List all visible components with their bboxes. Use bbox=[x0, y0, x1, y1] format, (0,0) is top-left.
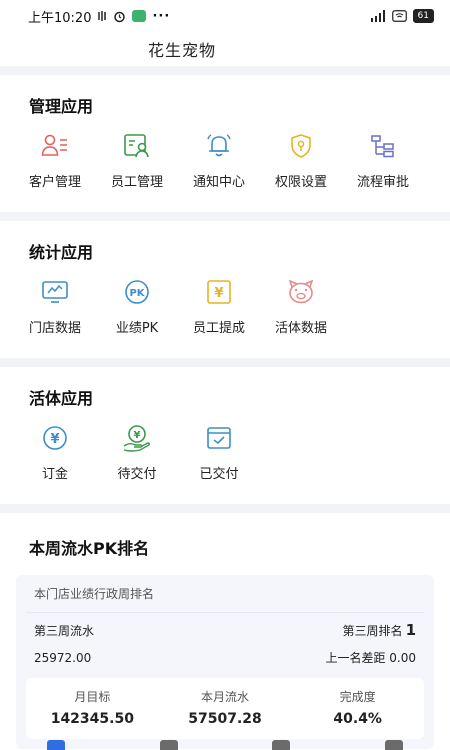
section-live-animal: 活体应用 ¥ 订金 ¥ 待交付 已交付 bbox=[0, 367, 450, 504]
flow-icon bbox=[368, 131, 398, 161]
check-box-icon bbox=[204, 423, 234, 453]
gap-label: 上一名差距 bbox=[325, 651, 386, 665]
app-label: 待交付 bbox=[117, 467, 157, 482]
app-pending-delivery[interactable]: ¥ 待交付 bbox=[96, 423, 178, 482]
app-performance-pk[interactable]: PK 业绩PK bbox=[96, 277, 178, 336]
stat-value: 40.4% bbox=[333, 711, 382, 727]
customer-icon bbox=[40, 131, 70, 161]
ranking-subtitle: 本门店业绩行政周排名 bbox=[26, 575, 424, 613]
status-bar: 上午10:20 ··· 61 bbox=[0, 0, 450, 32]
week-rank-value: 1 bbox=[405, 621, 416, 639]
app-label: 客户管理 bbox=[28, 175, 81, 190]
app-title: 花生宠物 bbox=[148, 41, 217, 60]
app-label: 已交付 bbox=[199, 467, 239, 482]
app-label: 员工管理 bbox=[110, 175, 163, 190]
bottom-tab-bar bbox=[0, 738, 450, 750]
tab-pet-icon[interactable] bbox=[159, 740, 178, 750]
week-flow-value: 25972.00 bbox=[34, 650, 92, 665]
yen-badge-text: ¥ bbox=[50, 432, 59, 447]
battery-icon: 61 bbox=[412, 9, 434, 23]
stat-value: 142345.50 bbox=[50, 711, 134, 727]
section-title: 活体应用 bbox=[29, 389, 94, 408]
pk-badge-text: PK bbox=[129, 288, 145, 299]
yen-circle-icon: ¥ bbox=[40, 423, 70, 453]
app-deposit[interactable]: ¥ 订金 bbox=[14, 423, 96, 482]
more-dots: ··· bbox=[152, 8, 171, 24]
section-management: 管理应用 客户管理 员工管理 通知中心 权限设置 流程审批 bbox=[0, 75, 450, 212]
ranking-card[interactable]: 本门店业绩行政周排名 第三周流水 第三周排名 1 25972.00 上一名差距 0… bbox=[16, 575, 434, 749]
tab-profile-icon[interactable] bbox=[384, 740, 403, 750]
stat-value: 57507.28 bbox=[188, 711, 262, 727]
app-customer-management[interactable]: 客户管理 bbox=[14, 131, 96, 190]
status-time: 上午10:20 bbox=[28, 10, 92, 26]
section-title: 统计应用 bbox=[29, 243, 94, 262]
gap: 上一名差距 0.00 bbox=[325, 649, 416, 666]
app-label: 员工提成 bbox=[192, 321, 245, 336]
ranking-title: 本周流水PK排名 bbox=[29, 539, 150, 558]
monitor-icon bbox=[40, 277, 70, 307]
app-label: 订金 bbox=[41, 467, 68, 482]
signal-icon bbox=[370, 10, 385, 22]
stat-month-flow: 本月流水 57507.28 bbox=[159, 688, 292, 727]
shield-icon bbox=[286, 131, 316, 161]
app-label: 通知中心 bbox=[192, 175, 245, 190]
alarm-icon bbox=[114, 11, 126, 22]
app-live-animal-data[interactable]: 活体数据 bbox=[260, 277, 342, 336]
app-flow-approval[interactable]: 流程审批 bbox=[342, 131, 424, 190]
section-statistics: 统计应用 门店数据 PK 业绩PK ¥ 员工提成 活体数据 bbox=[0, 221, 450, 358]
stat-completion: 完成度 40.4% bbox=[291, 688, 424, 727]
yen-box-icon: ¥ bbox=[204, 277, 234, 307]
app-staff-commission[interactable]: ¥ 员工提成 bbox=[178, 277, 260, 336]
pig-icon bbox=[286, 277, 316, 307]
app-label: 流程审批 bbox=[356, 175, 409, 190]
yen-badge-text: ¥ bbox=[134, 430, 141, 441]
ranking-row-1: 第三周流水 第三周排名 1 bbox=[26, 613, 424, 639]
week-rank-label: 第三周排名 bbox=[342, 624, 403, 638]
pk-icon: PK bbox=[122, 277, 152, 307]
nfc-icon bbox=[98, 11, 107, 21]
stat-label: 完成度 bbox=[339, 690, 376, 704]
bell-icon bbox=[204, 131, 234, 161]
app-label: 活体数据 bbox=[274, 321, 327, 336]
app-permission-settings[interactable]: 权限设置 bbox=[260, 131, 342, 190]
wifi-icon bbox=[391, 10, 407, 22]
tab-home-icon[interactable] bbox=[47, 740, 66, 750]
wechat-icon bbox=[132, 10, 147, 22]
section-title: 管理应用 bbox=[29, 97, 94, 116]
staff-icon bbox=[122, 131, 152, 161]
yen-hand-icon: ¥ bbox=[122, 423, 152, 453]
ranking-row-2: 25972.00 上一名差距 0.00 bbox=[26, 639, 424, 666]
title-bar: 花生宠物 bbox=[0, 32, 450, 66]
week-rank: 第三周排名 1 bbox=[343, 621, 416, 639]
app-label: 门店数据 bbox=[28, 321, 81, 336]
app-label: 权限设置 bbox=[274, 175, 327, 190]
week-flow-label: 第三周流水 bbox=[34, 623, 95, 638]
app-staff-management[interactable]: 员工管理 bbox=[96, 131, 178, 190]
stat-month-target: 月目标 142345.50 bbox=[26, 688, 159, 727]
stat-label: 本月流水 bbox=[201, 690, 250, 704]
app-store-data[interactable]: 门店数据 bbox=[14, 277, 96, 336]
gap-value: 0.00 bbox=[389, 651, 416, 665]
stat-label: 月目标 bbox=[74, 690, 111, 704]
yen-badge-text: ¥ bbox=[214, 286, 223, 301]
stats-panel: 月目标 142345.50 本月流水 57507.28 完成度 40.4% bbox=[26, 678, 424, 739]
tab-document-icon[interactable] bbox=[272, 740, 291, 750]
ranking-section: 本周流水PK排名 本门店业绩行政周排名 第三周流水 第三周排名 1 25972.0… bbox=[0, 513, 450, 750]
app-delivered[interactable]: 已交付 bbox=[178, 423, 260, 482]
app-label: 业绩PK bbox=[115, 321, 159, 336]
app-notification-center[interactable]: 通知中心 bbox=[178, 131, 260, 190]
